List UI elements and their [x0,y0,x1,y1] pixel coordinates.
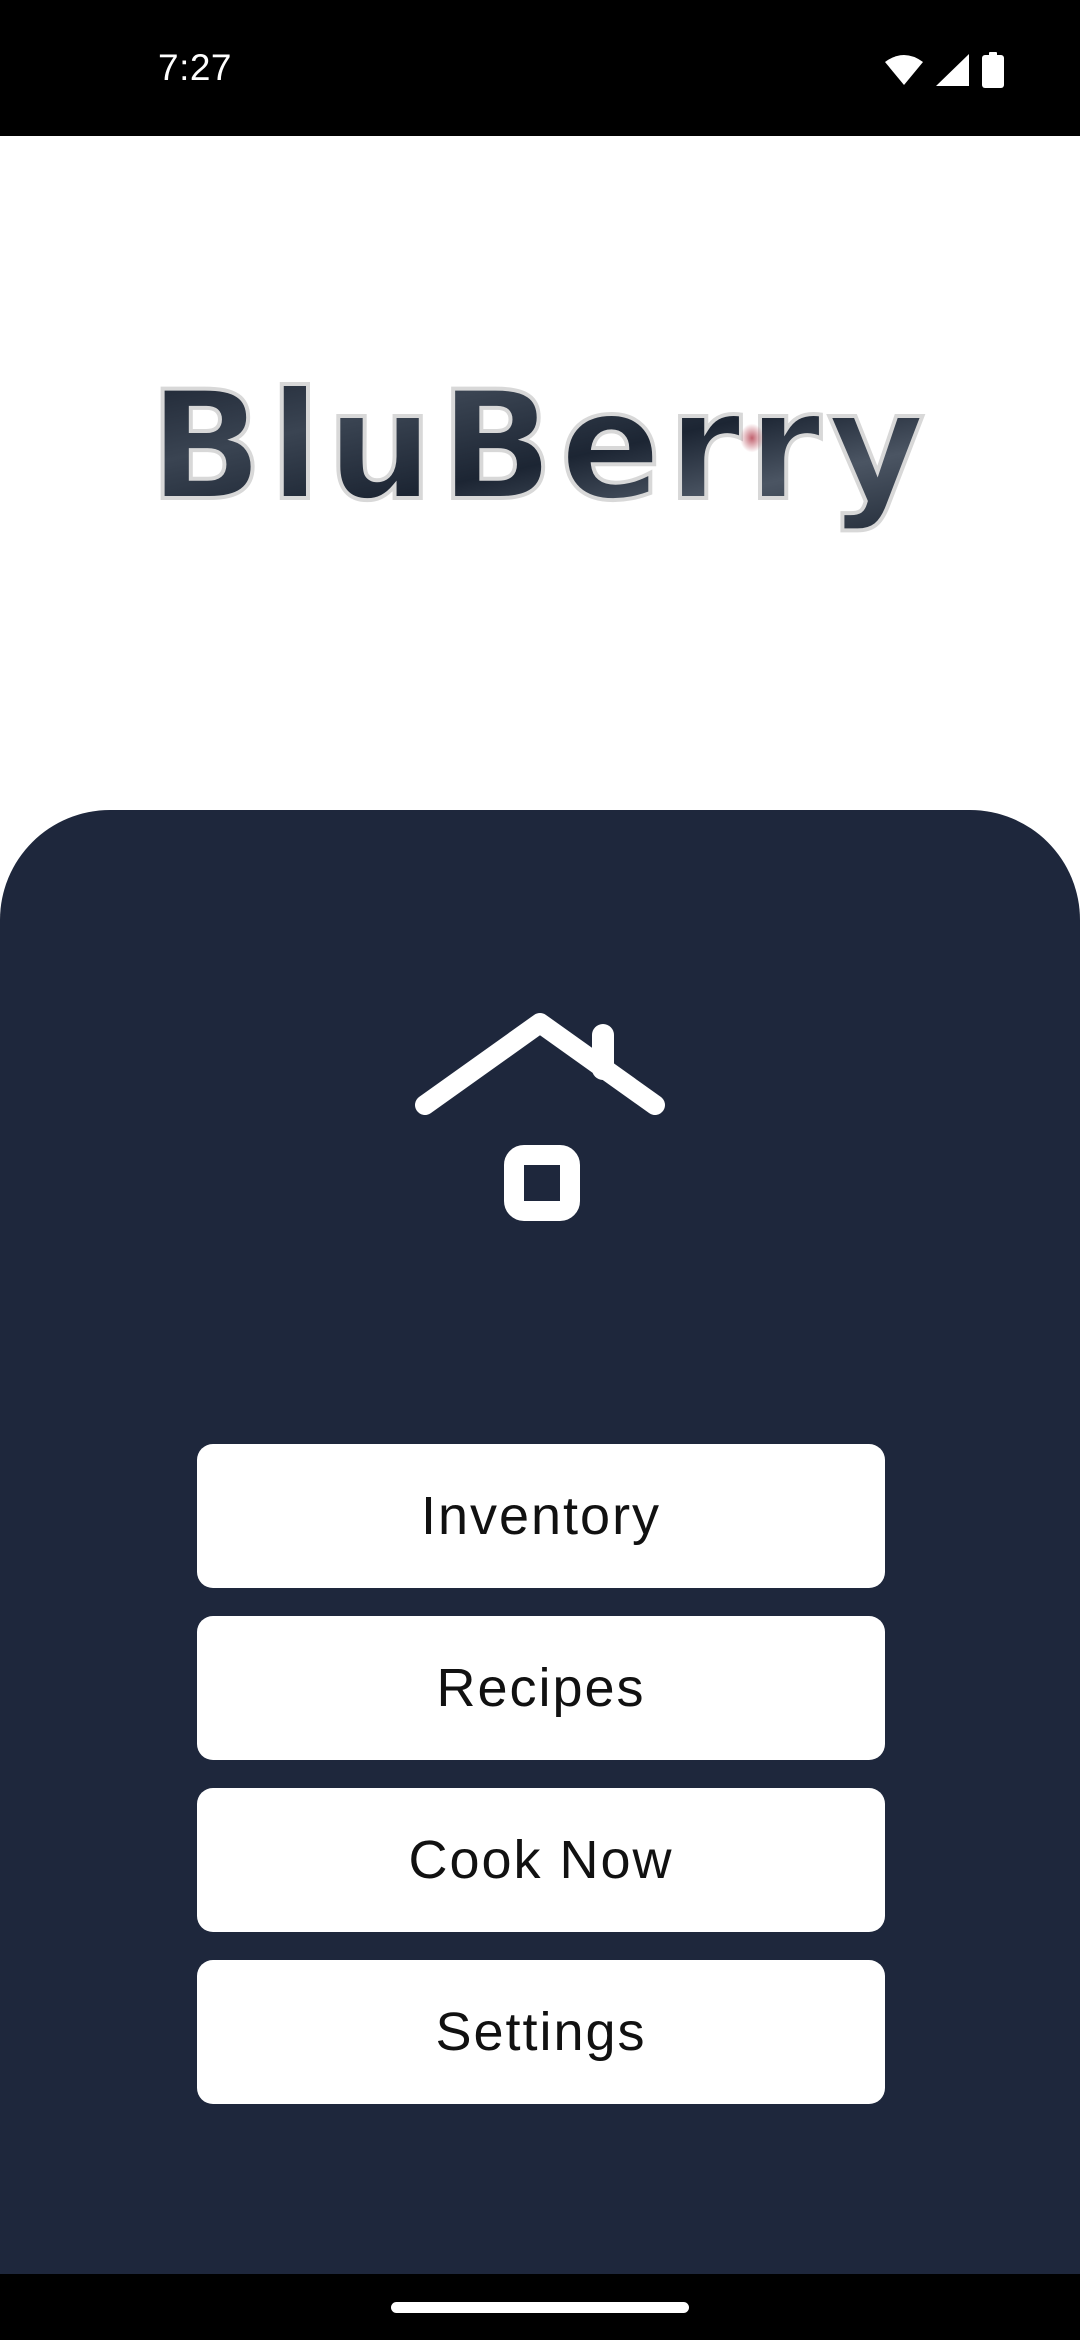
home-screen: 7:27 BluBerry Inventory Recipes Cook Now… [0,0,1080,2340]
home-gesture-handle[interactable] [391,2302,689,2313]
status-time: 7:27 [158,47,233,88]
status-bar: 7:27 [0,0,1080,136]
home-icon [405,1005,675,1230]
logo-area: BluBerry [0,136,1080,810]
cellular-signal-icon [936,54,970,86]
logo-text: BluBerry [150,376,930,534]
navigation-bar [0,2274,1080,2340]
menu-panel: Inventory Recipes Cook Now Settings [0,810,1080,2274]
wifi-icon [884,54,924,86]
status-icons [884,52,1004,88]
recipes-button[interactable]: Recipes [197,1616,885,1760]
bluberry-logo: BluBerry [150,376,930,536]
inventory-button[interactable]: Inventory [197,1444,885,1588]
main-menu: Inventory Recipes Cook Now Settings [197,1444,885,2132]
cook-now-button[interactable]: Cook Now [197,1788,885,1932]
settings-button[interactable]: Settings [197,1960,885,2104]
battery-icon [982,52,1004,88]
